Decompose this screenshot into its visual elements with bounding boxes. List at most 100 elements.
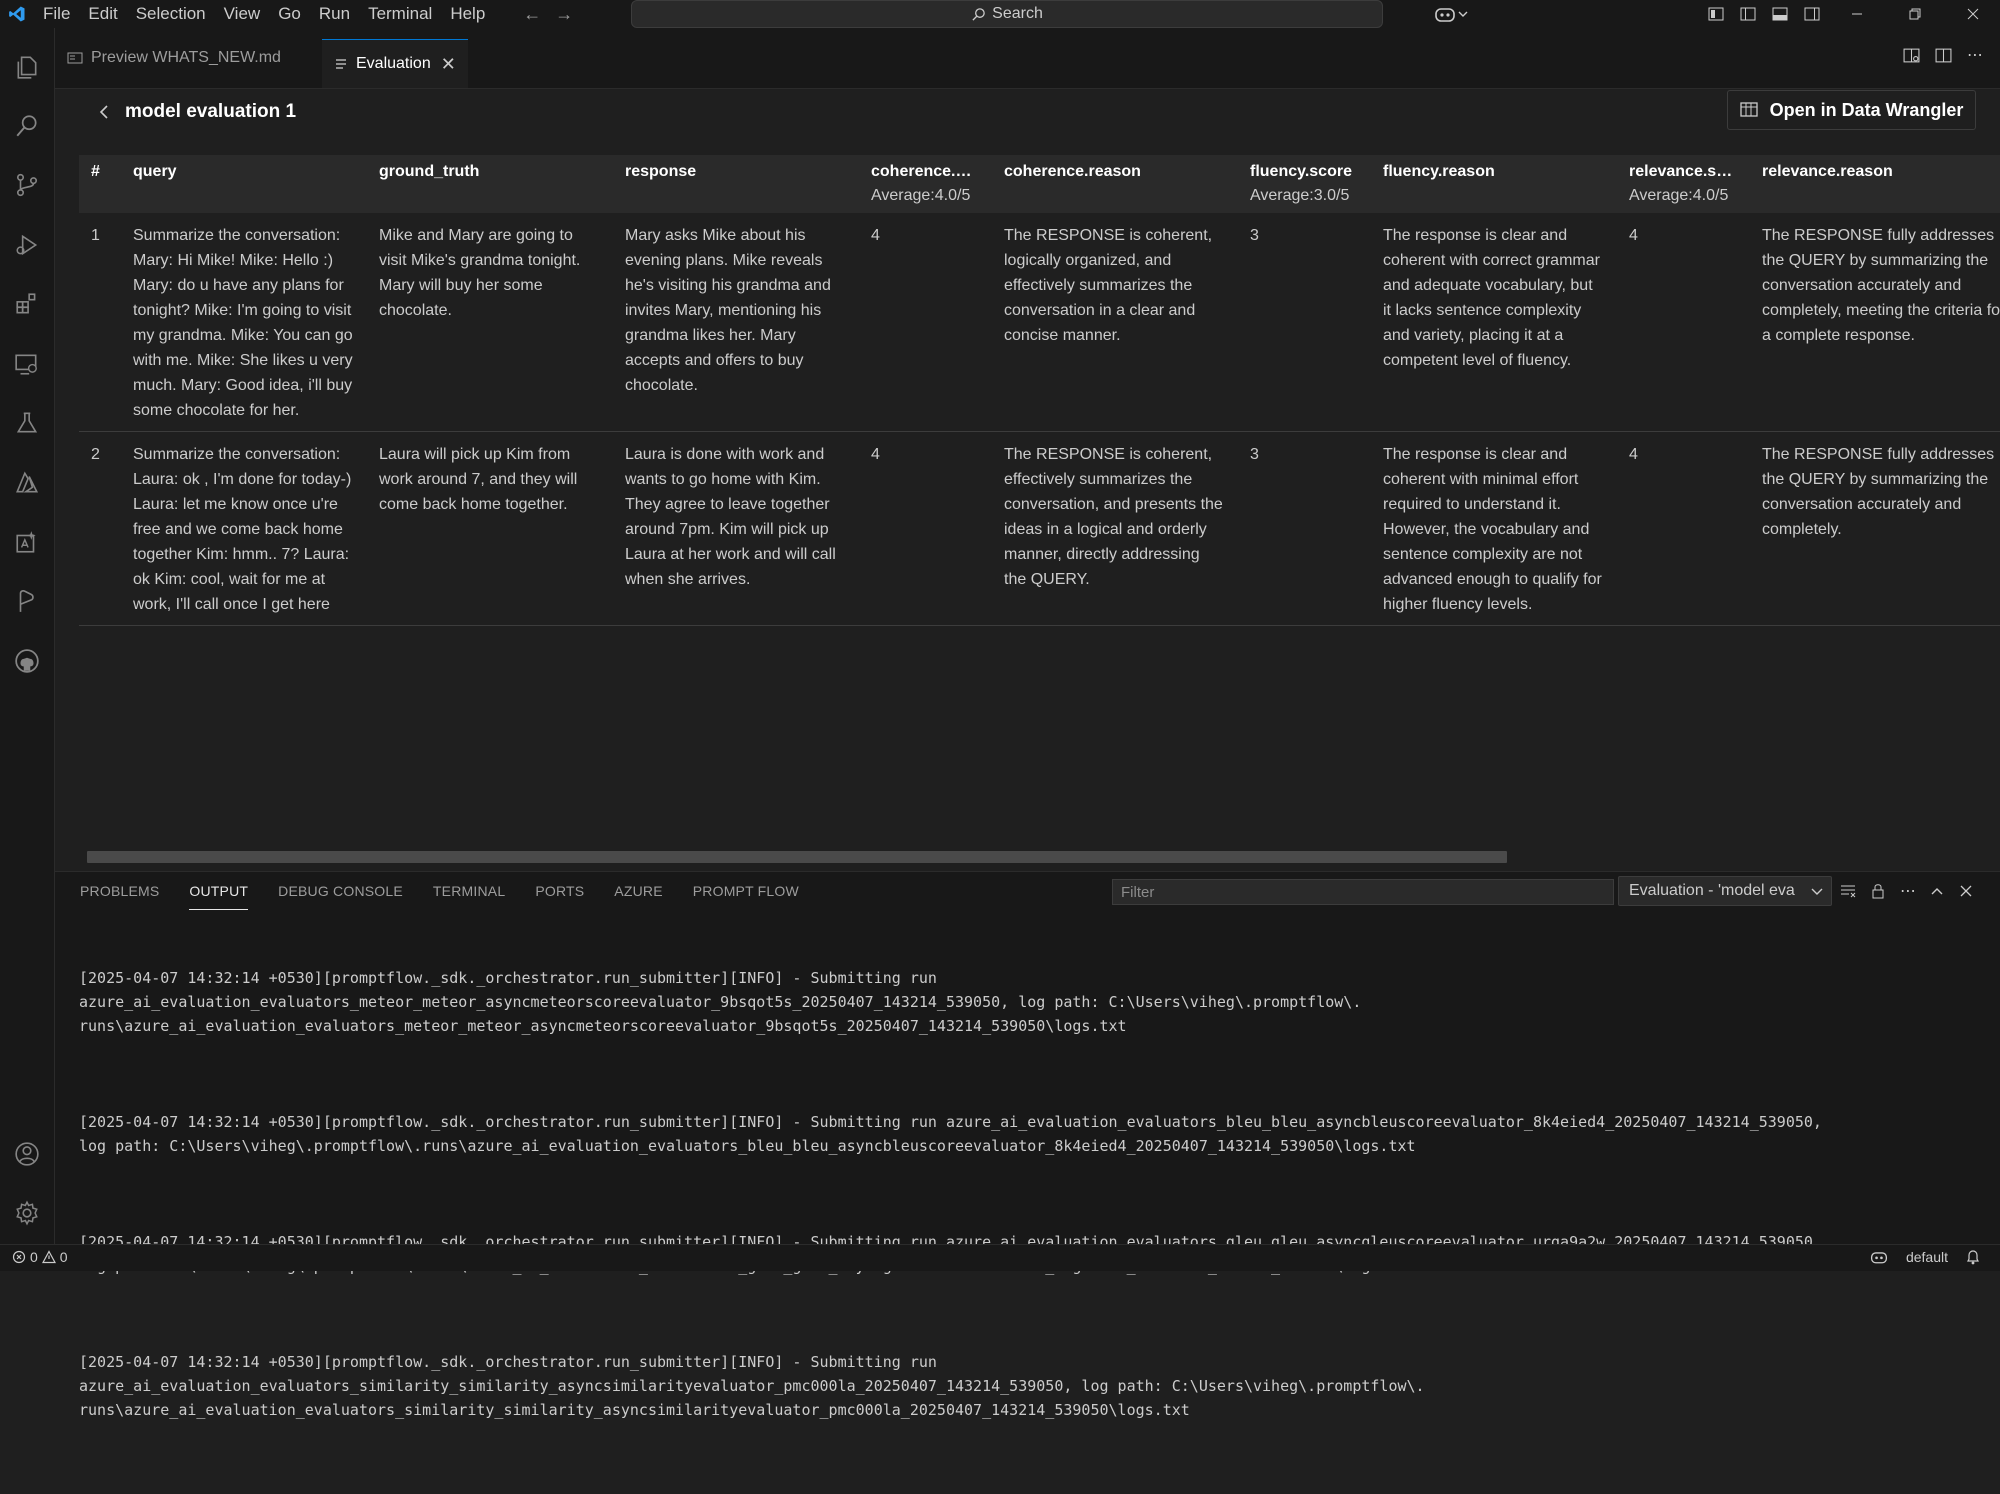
tab-debug-console[interactable]: DEBUG CONSOLE xyxy=(278,872,403,910)
source-control-icon[interactable] xyxy=(0,160,54,210)
cell-fluency-reason: The response is clear and coherent with … xyxy=(1371,213,1617,432)
maximize-panel-icon[interactable] xyxy=(1924,878,1950,904)
output-filter-input[interactable]: Filter xyxy=(1112,879,1614,905)
tab-terminal[interactable]: TERMINAL xyxy=(433,872,505,910)
preview-icon xyxy=(67,52,83,64)
close-tab-icon[interactable]: ✕ xyxy=(441,54,456,75)
profile-status[interactable]: default xyxy=(1906,1249,1948,1265)
menu-help[interactable]: Help xyxy=(441,0,494,28)
cell-response: Mary asks Mike about his evening plans. … xyxy=(613,213,859,432)
open-button-label: Open in Data Wrangler xyxy=(1769,99,1964,120)
back-chevron-icon[interactable] xyxy=(97,104,111,120)
close-window-icon[interactable] xyxy=(1944,0,2000,28)
page-title: model evaluation 1 xyxy=(125,101,297,122)
column-header-coherence-score[interactable]: coherence.sc... Average:4.0/5 xyxy=(859,155,992,213)
cell-ground-truth: Laura will pick up Kim from work around … xyxy=(367,431,613,626)
tab-prompt-flow[interactable]: PROMPT FLOW xyxy=(693,872,799,910)
column-header-relevance-reason[interactable]: relevance.reason xyxy=(1750,155,2000,213)
menu-edit[interactable]: Edit xyxy=(79,0,126,28)
table-row[interactable]: 1 Summarize the conversation: Mary: Hi M… xyxy=(79,213,2000,432)
cell-fluency-score: 3 xyxy=(1238,213,1371,432)
menu-view[interactable]: View xyxy=(215,0,270,28)
github-icon[interactable] xyxy=(0,636,54,686)
column-header-fluency-score[interactable]: fluency.score Average:3.0/5 xyxy=(1238,155,1371,213)
column-header-coherence-reason[interactable]: coherence.reason xyxy=(992,155,1238,213)
horizontal-scrollbar[interactable] xyxy=(79,849,1994,863)
lock-scroll-icon[interactable] xyxy=(1865,878,1891,904)
problems-status[interactable]: 0 0 xyxy=(12,1249,68,1265)
tab-label: Preview WHATS_NEW.md xyxy=(91,49,281,66)
remote-explorer-icon[interactable] xyxy=(0,339,54,389)
ai-toolkit-icon[interactable] xyxy=(0,517,54,567)
table-header-row: # query ground_truth response coherence.… xyxy=(79,155,2000,213)
open-preview-icon[interactable] xyxy=(1900,44,1922,66)
tab-output[interactable]: OUTPUT xyxy=(189,872,249,910)
output-log: [2025-04-07 14:32:14 +0530][promptflow._… xyxy=(79,918,1979,1494)
prompt-flow-icon[interactable] xyxy=(0,576,54,626)
azure-icon[interactable] xyxy=(0,458,54,508)
search-view-icon[interactable] xyxy=(0,101,54,151)
explorer-icon[interactable] xyxy=(0,42,54,92)
list-icon xyxy=(336,59,346,69)
table-row[interactable]: 2 Summarize the conversation: Laura: ok … xyxy=(79,431,2000,626)
activity-bar xyxy=(0,28,55,1244)
scrollbar-thumb[interactable] xyxy=(87,851,1507,863)
split-editor-icon[interactable] xyxy=(1932,44,1954,66)
cell-query: Summarize the conversation: Laura: ok , … xyxy=(121,431,367,626)
tab-azure[interactable]: AZURE xyxy=(614,872,662,910)
restore-icon[interactable] xyxy=(1886,0,1944,28)
forward-arrow-icon[interactable]: → xyxy=(548,4,580,25)
tab-preview-whats-new[interactable]: Preview WHATS_NEW.md xyxy=(55,40,293,76)
column-header-index[interactable]: # xyxy=(79,155,121,213)
close-panel-icon[interactable] xyxy=(1953,878,1979,904)
toggle-secondary-sidebar-icon[interactable] xyxy=(1796,0,1828,28)
menu-selection[interactable]: Selection xyxy=(127,0,215,28)
column-header-relevance-score[interactable]: relevance.sc... Average:4.0/5 xyxy=(1617,155,1750,213)
cell-index: 2 xyxy=(79,431,121,626)
open-in-data-wrangler-button[interactable]: Open in Data Wrangler xyxy=(1727,90,1976,130)
cell-relevance-reason: The RESPONSE fully addresses the QUERY b… xyxy=(1750,213,2000,432)
relevance-average: Average:4.0/5 xyxy=(1629,187,1729,204)
toggle-primary-sidebar-icon[interactable] xyxy=(1732,0,1764,28)
cell-coherence-reason: The RESPONSE is coherent, effectively su… xyxy=(992,431,1238,626)
coherence-average: Average:4.0/5 xyxy=(871,187,971,204)
menu-terminal[interactable]: Terminal xyxy=(359,0,441,28)
accounts-icon[interactable] xyxy=(0,1129,54,1179)
cell-ground-truth: Mike and Mary are going to visit Mike's … xyxy=(367,213,613,432)
evaluation-table: # query ground_truth response coherence.… xyxy=(79,155,2000,626)
tab-ports[interactable]: PORTS xyxy=(535,872,584,910)
column-header-response[interactable]: response xyxy=(613,155,859,213)
minimize-icon[interactable] xyxy=(1828,0,1886,28)
cell-fluency-reason: The response is clear and coherent with … xyxy=(1371,431,1617,626)
run-and-debug-icon[interactable] xyxy=(0,220,54,270)
column-header-ground-truth[interactable]: ground_truth xyxy=(367,155,613,213)
copilot-icon[interactable] xyxy=(1434,2,1478,26)
menu-file[interactable]: File xyxy=(34,0,79,28)
menu-go[interactable]: Go xyxy=(269,0,310,28)
vscode-logo-icon xyxy=(0,0,34,28)
extensions-icon[interactable] xyxy=(0,279,54,329)
panel-more-icon[interactable]: ⋯ xyxy=(1895,878,1921,904)
cell-response: Laura is done with work and wants to go … xyxy=(613,431,859,626)
column-header-query[interactable]: query xyxy=(121,155,367,213)
menu-run[interactable]: Run xyxy=(310,0,359,28)
editor-tab-bar: Preview WHATS_NEW.md Evaluation ✕ ⋯ xyxy=(55,28,2000,89)
testing-icon[interactable] xyxy=(0,398,54,448)
clear-output-icon[interactable] xyxy=(1835,878,1861,904)
search-icon xyxy=(972,7,985,21)
command-center-search[interactable]: Search xyxy=(631,0,1383,28)
copilot-status-icon[interactable] xyxy=(1870,1249,1888,1265)
column-header-fluency-reason[interactable]: fluency.reason xyxy=(1371,155,1617,213)
back-arrow-icon[interactable]: ← xyxy=(516,4,548,25)
cell-fluency-score: 3 xyxy=(1238,431,1371,626)
more-actions-icon[interactable]: ⋯ xyxy=(1964,44,1986,66)
output-channel-select[interactable]: Evaluation - 'model eva xyxy=(1618,876,1832,906)
chevron-down-icon xyxy=(1458,11,1468,17)
tab-problems[interactable]: PROBLEMS xyxy=(80,872,159,910)
fluency-average: Average:3.0/5 xyxy=(1250,187,1350,204)
tab-evaluation[interactable]: Evaluation ✕ xyxy=(322,39,468,88)
notifications-bell-icon[interactable] xyxy=(1966,1249,1980,1265)
toggle-panel-icon[interactable] xyxy=(1764,0,1796,28)
customize-layout-icon[interactable] xyxy=(1700,0,1732,28)
manage-gear-icon[interactable] xyxy=(0,1188,54,1238)
